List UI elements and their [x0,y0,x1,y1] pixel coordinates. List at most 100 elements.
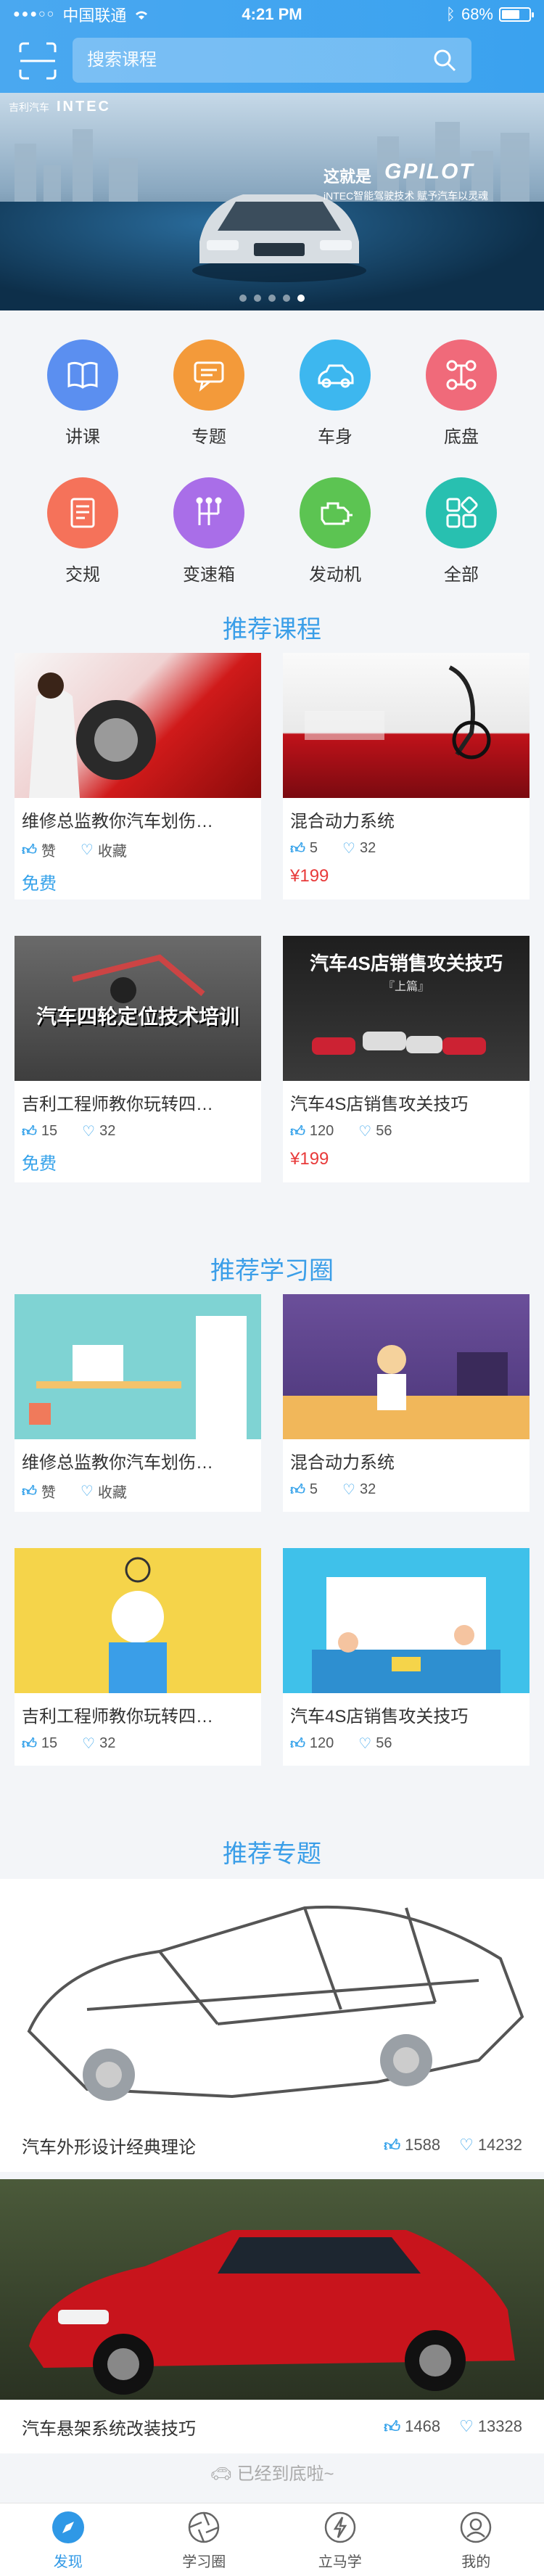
favorite-count[interactable]: ♡ 56 [358,1122,392,1140]
topic-card[interactable]: 汽车悬架系统改装技巧 👍︎ 1468 ♡ 13328 [0,2179,544,2453]
category-body[interactable]: 车身 [292,340,379,448]
circle-title: 吉利工程师教你玩转四… [22,1707,213,1727]
circle-thumbnail [283,1548,529,1693]
course-price: 免费 [22,874,57,894]
category-gearbox[interactable]: 变速箱 [165,477,252,585]
favorite-count[interactable]: ♡ 14232 [459,2136,522,2155]
thumbs-up-icon: 👍︎ [290,840,305,857]
thumbs-up-icon: 👍︎ [22,841,37,858]
tab-study-circle[interactable]: 学习圈 [136,2503,273,2576]
aperture-icon [186,2509,222,2546]
like-count[interactable]: 👍︎ 120 [290,1735,334,1753]
category-engine[interactable]: 发动机 [292,477,379,585]
course-thumbnail: 汽车四轮定位技术培训 [15,936,261,1081]
carousel-dot[interactable] [268,295,276,302]
tab-discover[interactable]: 发现 [0,2503,136,2576]
topic-card[interactable]: 汽车外形设计经典理论 👍︎ 1588 ♡ 14232 [0,1879,544,2172]
like-count[interactable]: 👍︎ 5 [290,1481,318,1499]
thumbs-up-icon: 👍︎ [22,1483,37,1499]
carousel-dot[interactable] [283,295,290,302]
course-title: 维修总监教你汽车划伤… [22,812,213,831]
favorite-count[interactable]: ♡ 收藏 [81,1481,127,1502]
category-traffic-rules[interactable]: 交规 [39,477,126,585]
like-count[interactable]: 👍︎ 1588 [384,2136,440,2155]
banner-product: GPILOT [384,160,474,184]
heart-icon: ♡ [358,1736,372,1752]
user-icon [458,2509,494,2546]
favorite-count[interactable]: ♡ 56 [358,1735,392,1753]
carousel-dot[interactable] [254,295,261,302]
thumbs-up-icon: 👍︎ [290,1123,305,1140]
like-count[interactable]: 👍︎ 5 [290,840,318,857]
bluetooth-icon: ᛒ [445,5,456,23]
heart-icon: ♡ [358,1124,372,1140]
search-icon[interactable] [432,48,457,73]
heart-icon: ♡ [342,841,355,857]
category-topic[interactable]: 专题 [165,340,252,448]
thumbs-up-icon: 👍︎ [290,1481,305,1498]
bottom-tab-bar: 发现 学习圈 立马学 我的 [0,2503,544,2576]
heart-icon: ♡ [80,842,94,858]
circle-thumbnail [283,1294,529,1439]
carousel-dot[interactable] [297,295,305,302]
thumbs-up-icon: 👍︎ [384,2136,401,2155]
banner-subline: iNTEC智能驾驶技术 赋予汽车以灵魂 [323,190,489,202]
circle-title: 维修总监教你汽车划伤… [22,1453,213,1473]
lightning-icon [322,2509,358,2546]
course-thumbnail: 汽车4S店销售攻关技巧 『上篇』 [283,936,529,1081]
search-input[interactable] [87,50,432,70]
promo-banner[interactable]: 吉利汽车 INTEC 这就是 GPILOT iNTEC智能驾驶技术 赋予汽车以灵魂 [0,93,544,310]
thumbs-up-icon: 👍︎ [22,1735,37,1752]
course-thumbnail [283,653,529,798]
favorite-count[interactable]: ♡ 13328 [459,2417,522,2437]
favorite-count[interactable]: ♡ 32 [342,839,376,857]
document-icon [47,477,118,548]
thumbs-up-icon: 👍︎ [384,2417,401,2436]
circle-thumbnail [15,1294,261,1439]
scan-button[interactable] [17,41,58,81]
circle-card[interactable]: 汽车4S店销售攻关技巧 👍︎ 120 ♡ 56 [283,1548,529,1766]
course-title: 混合动力系统 [290,812,395,831]
like-count[interactable]: 👍︎ 赞 [22,839,56,860]
like-count[interactable]: 👍︎ 15 [22,1123,57,1140]
circle-thumbnail [15,1548,261,1693]
status-time: 4:21 PM [242,5,302,23]
course-card[interactable]: 汽车四轮定位技术培训 吉利工程师教你玩转四… 👍︎ 15 ♡ 32 免费 [15,936,261,1182]
compass-icon [50,2509,86,2546]
thumbs-up-icon: 👍︎ [22,1123,37,1140]
carousel-indicator[interactable] [0,295,544,302]
circle-card[interactable]: 混合动力系统 👍︎ 5 ♡ 32 [283,1294,529,1512]
signal-icon: ●●●○○ [13,8,56,20]
carrier-label: 中国联通 [62,7,127,25]
favorite-count[interactable]: ♡ 32 [342,1481,376,1499]
car-icon [300,340,371,411]
status-bar: ●●●○○ 中国联通 4:21 PM ᛒ 68% [0,0,544,29]
favorite-count[interactable]: ♡ 32 [82,1122,115,1140]
favorite-count[interactable]: ♡ 收藏 [81,839,127,860]
search-box[interactable] [73,38,471,83]
circle-card[interactable]: 维修总监教你汽车划伤… 👍︎ 赞 ♡ 收藏 [15,1294,261,1512]
course-card[interactable]: 混合动力系统 👍︎ 5 ♡ 32 ¥199 [283,653,529,900]
favorite-count[interactable]: ♡ 32 [82,1735,115,1753]
course-card[interactable]: 汽车4S店销售攻关技巧 『上篇』 汽车4S店销售攻关技巧 👍︎ 120 ♡ 56 ¥… [283,936,529,1182]
circle-card[interactable]: 吉利工程师教你玩转四… 👍︎ 15 ♡ 32 [15,1548,261,1766]
like-count[interactable]: 👍︎ 15 [22,1735,57,1753]
tab-learn-now[interactable]: 立马学 [272,2503,408,2576]
battery-icon [499,7,534,22]
like-count[interactable]: 👍︎ 1468 [384,2417,440,2437]
chat-icon [173,340,244,411]
tab-me[interactable]: 我的 [408,2503,544,2576]
category-all[interactable]: 全部 [418,477,505,585]
like-count[interactable]: 👍︎ 赞 [22,1481,56,1502]
grid-icon [426,477,497,548]
course-card[interactable]: 维修总监教你汽车划伤… 👍︎ 赞 ♡ 收藏 免费 [15,653,261,900]
carousel-dot[interactable] [239,295,247,302]
like-count[interactable]: 👍︎ 120 [290,1123,334,1140]
engine-icon [300,477,371,548]
thumbs-up-icon: 👍︎ [290,1735,305,1752]
banner-brand: 吉利汽车 INTEC [9,99,111,115]
category-lecture[interactable]: 讲课 [39,340,126,448]
category-chassis[interactable]: 底盘 [418,340,505,448]
circle-title: 汽车4S店销售攻关技巧 [290,1707,469,1727]
circle-title: 混合动力系统 [290,1453,395,1473]
